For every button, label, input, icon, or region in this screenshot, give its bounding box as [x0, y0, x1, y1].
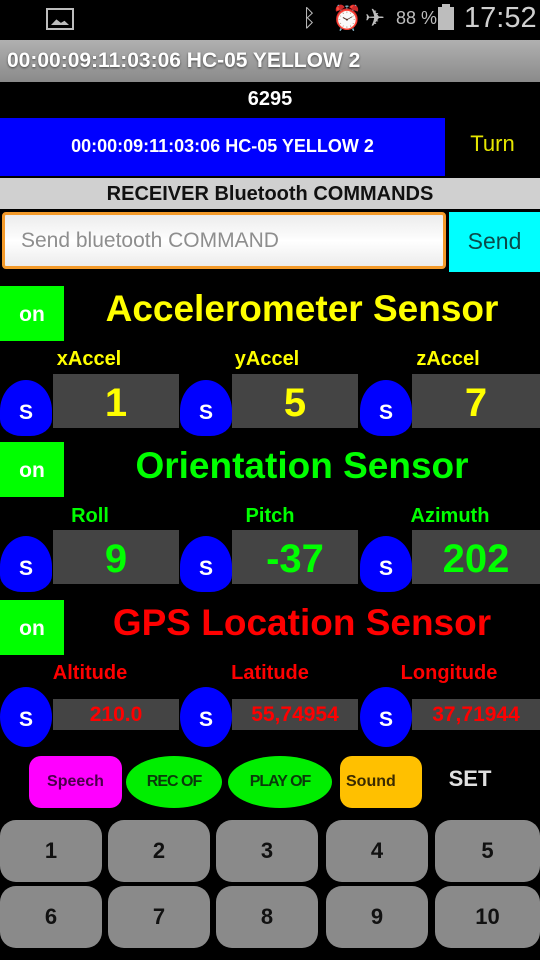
orientation-section-title: Orientation Sensor: [135, 445, 469, 486]
roll-label: Roll: [71, 505, 109, 527]
xaccel-s-button[interactable]: S: [0, 380, 52, 436]
accelerometer-section-title: Accelerometer Sensor: [105, 288, 499, 329]
gps-toggle-button[interactable]: on: [0, 600, 64, 655]
airplane-mode-icon: ✈: [365, 5, 386, 32]
record-toggle-button[interactable]: REC OF: [126, 756, 222, 808]
altitude-value: 210.0: [53, 699, 179, 730]
xaccel-label: xAccel: [56, 348, 122, 370]
latitude-s-button[interactable]: S: [180, 687, 232, 747]
send-button[interactable]: Send: [449, 212, 540, 272]
gallery-icon: [46, 8, 74, 30]
altitude-label: Altitude: [52, 662, 128, 684]
azimuth-label: Azimuth: [410, 505, 490, 527]
counter-value: 6295: [247, 88, 293, 110]
clock: 17:52: [464, 2, 537, 34]
battery-icon: [438, 4, 454, 30]
zaccel-value: 7: [412, 374, 540, 428]
xaccel-value: 1: [53, 374, 179, 428]
bluetooth-command-input[interactable]: [2, 212, 446, 269]
zaccel-label: zAccel: [416, 348, 480, 370]
yaccel-s-button[interactable]: S: [180, 380, 232, 436]
gps-section-title: GPS Location Sensor: [112, 602, 492, 643]
keypad-button-8[interactable]: 8: [216, 886, 318, 948]
keypad-button-7[interactable]: 7: [108, 886, 210, 948]
keypad-button-5[interactable]: 5: [435, 820, 540, 882]
bluetooth-icon: ᛒ: [302, 5, 317, 32]
azimuth-value: 202: [412, 530, 540, 584]
keypad-button-10[interactable]: 10: [435, 886, 540, 948]
device-connect-button[interactable]: 00:00:09:11:03:06 HC-05 YELLOW 2: [0, 118, 445, 176]
longitude-value: 37,71944: [412, 699, 540, 730]
alarm-icon: ⏰: [332, 5, 362, 32]
pitch-s-button[interactable]: S: [180, 536, 232, 592]
keypad-button-6[interactable]: 6: [0, 886, 102, 948]
pitch-value: -37: [232, 530, 358, 584]
turn-button[interactable]: Turn: [445, 118, 540, 176]
keypad-button-1[interactable]: 1: [0, 820, 102, 882]
longitude-s-button[interactable]: S: [360, 687, 412, 747]
yaccel-label: yAccel: [234, 348, 300, 370]
receiver-commands-label: RECEIVER Bluetooth COMMANDS: [0, 178, 540, 209]
keypad-button-9[interactable]: 9: [326, 886, 428, 948]
keypad-button-3[interactable]: 3: [216, 820, 318, 882]
set-button[interactable]: SET: [432, 762, 508, 796]
keypad-button-4[interactable]: 4: [326, 820, 428, 882]
azimuth-s-button[interactable]: S: [360, 536, 412, 592]
orientation-toggle-button[interactable]: on: [0, 442, 64, 497]
keypad-button-2[interactable]: 2: [108, 820, 210, 882]
accelerometer-toggle-button[interactable]: on: [0, 286, 64, 341]
latitude-value: 55,74954: [232, 699, 358, 730]
roll-value: 9: [53, 530, 179, 584]
roll-s-button[interactable]: S: [0, 536, 52, 592]
zaccel-s-button[interactable]: S: [360, 380, 412, 436]
sound-button[interactable]: Sound: [340, 756, 422, 808]
pitch-label: Pitch: [245, 505, 295, 527]
play-toggle-button[interactable]: PLAY OF: [228, 756, 332, 808]
longitude-label: Longitude: [400, 662, 498, 684]
battery-percent: 88 %: [396, 8, 438, 28]
speech-button[interactable]: Speech: [29, 756, 122, 808]
app-title-bar: 00:00:09:11:03:06 HC-05 YELLOW 2: [0, 40, 540, 82]
status-bar: ᛒ ⏰ ✈ 88 % 17:52: [0, 0, 540, 38]
latitude-label: Latitude: [231, 662, 309, 684]
yaccel-value: 5: [232, 374, 358, 428]
altitude-s-button[interactable]: S: [0, 687, 52, 747]
